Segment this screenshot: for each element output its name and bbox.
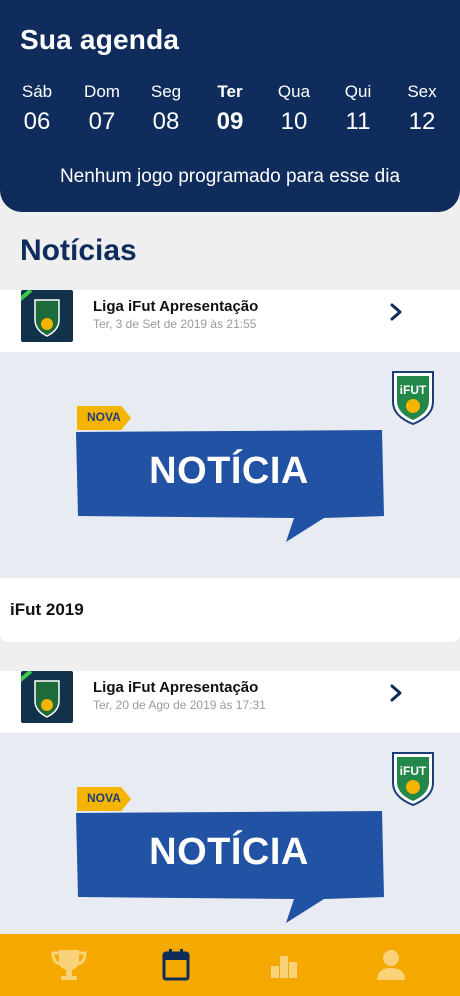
news-date: Ter, 20 de Ago de 2019 às 17:31 bbox=[93, 698, 266, 712]
news-source: Liga iFut Apresentação bbox=[93, 679, 259, 696]
trophy-icon[interactable] bbox=[51, 948, 87, 982]
news-date: Ter, 3 de Set de 2019 às 21:55 bbox=[93, 317, 257, 331]
day-name: Ter bbox=[217, 82, 243, 101]
day-sab[interactable]: Sáb 06 bbox=[5, 82, 69, 136]
news-image[interactable]: iFUT NOVA NOTÍCIA bbox=[0, 352, 460, 578]
day-sex[interactable]: Sex 12 bbox=[390, 82, 454, 136]
ranking-icon[interactable] bbox=[266, 948, 302, 982]
day-qui[interactable]: Qui 11 bbox=[326, 82, 390, 136]
chevron-right-icon[interactable] bbox=[386, 683, 406, 703]
bottom-navigation bbox=[0, 934, 460, 996]
agenda-header: Sua agenda Sáb 06 Dom 07 Seg 08 Ter 09 Q… bbox=[0, 0, 460, 212]
day-name: Sex bbox=[407, 82, 437, 101]
day-name: Dom bbox=[84, 82, 120, 101]
league-logo bbox=[21, 671, 73, 723]
day-number: 09 bbox=[216, 108, 244, 135]
day-name: Qui bbox=[344, 82, 372, 101]
banner-text: NOTÍCIA bbox=[149, 831, 309, 873]
news-section-title: Notícias bbox=[20, 234, 137, 267]
ifut-shield-logo: iFUT bbox=[392, 752, 434, 807]
nova-badge-text: NOVA bbox=[87, 410, 121, 424]
day-number: 07 bbox=[88, 108, 116, 135]
news-source: Liga iFut Apresentação bbox=[93, 298, 259, 315]
day-number: 10 bbox=[280, 108, 308, 135]
day-number: 06 bbox=[23, 108, 51, 135]
day-selector: Sáb 06 Dom 07 Seg 08 Ter 09 Qua 10 Qui 1… bbox=[0, 82, 460, 142]
banner-text: NOTÍCIA bbox=[149, 450, 309, 492]
logo-text: iFUT bbox=[400, 764, 427, 778]
shield-icon bbox=[34, 680, 60, 718]
day-ter[interactable]: Ter 09 bbox=[198, 82, 262, 136]
day-qua[interactable]: Qua 10 bbox=[262, 82, 326, 136]
news-card-header[interactable]: Liga iFut Apresentação Ter, 20 de Ago de… bbox=[0, 671, 460, 733]
day-dom[interactable]: Dom 07 bbox=[70, 82, 134, 136]
day-seg[interactable]: Seg 08 bbox=[134, 82, 198, 136]
agenda-title: Sua agenda bbox=[20, 24, 180, 55]
logo-text: iFUT bbox=[400, 383, 427, 397]
news-card-footer[interactable]: iFut 2019 bbox=[0, 578, 460, 642]
news-card-header[interactable]: Liga iFut Apresentação Ter, 3 de Set de … bbox=[0, 290, 460, 352]
day-number: 11 bbox=[345, 108, 371, 135]
day-number: 08 bbox=[152, 108, 180, 135]
news-image[interactable]: iFUT NOVA NOTÍCIA bbox=[0, 733, 460, 934]
chevron-right-icon[interactable] bbox=[386, 302, 406, 322]
day-name: Qua bbox=[277, 82, 311, 101]
user-icon[interactable] bbox=[373, 948, 409, 982]
day-number: 12 bbox=[408, 108, 436, 135]
league-logo bbox=[21, 290, 73, 342]
day-name: Sáb bbox=[21, 82, 53, 101]
calendar-icon[interactable] bbox=[158, 948, 194, 982]
ifut-shield-logo: iFUT bbox=[392, 371, 434, 426]
empty-agenda-message: Nenhum jogo programado para esse dia bbox=[59, 166, 401, 187]
day-name: Seg bbox=[150, 82, 182, 101]
shield-icon bbox=[34, 299, 60, 337]
nova-badge-text: NOVA bbox=[87, 791, 121, 805]
news-title: iFut 2019 bbox=[10, 600, 84, 619]
